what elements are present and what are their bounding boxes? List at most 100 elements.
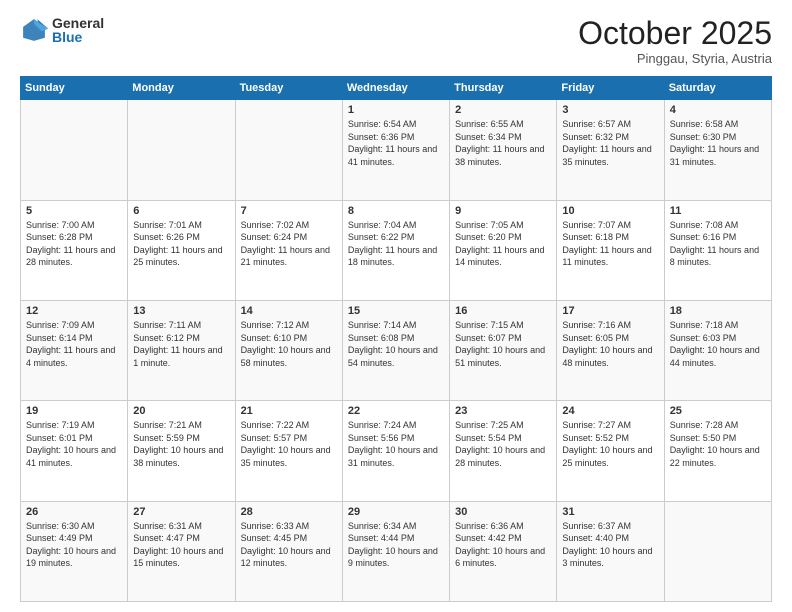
cell-info: Sunrise: 6:55 AM Sunset: 6:34 PM Dayligh…	[455, 118, 551, 168]
calendar-cell: 30 Sunrise: 6:36 AM Sunset: 4:42 PM Dayli…	[450, 501, 557, 601]
day-number: 18	[670, 305, 766, 317]
week-row-1: 1Sunrise: 6:54 AM Sunset: 6:36 PM Daylig…	[21, 100, 772, 200]
cell-info: Sunrise: 7:16 AM Sunset: 6:05 PM Dayligh…	[562, 319, 658, 369]
cell-info: Sunrise: 6:30 AM Sunset: 4:49 PM Dayligh…	[26, 520, 122, 570]
day-header-sunday: Sunday	[21, 77, 128, 100]
cell-info: Sunrise: 7:07 AM Sunset: 6:18 PM Dayligh…	[562, 219, 658, 269]
cell-info: Sunrise: 7:04 AM Sunset: 6:22 PM Dayligh…	[348, 219, 444, 269]
day-number: 16	[455, 305, 551, 317]
cell-info: Sunrise: 7:24 AM Sunset: 5:56 PM Dayligh…	[348, 419, 444, 469]
day-number: 29	[348, 506, 444, 518]
day-header-wednesday: Wednesday	[342, 77, 449, 100]
logo-general: General	[52, 16, 104, 30]
day-headers-row: SundayMondayTuesdayWednesdayThursdayFrid…	[21, 77, 772, 100]
day-header-tuesday: Tuesday	[235, 77, 342, 100]
calendar-cell: 14Sunrise: 7:12 AM Sunset: 6:10 PM Dayli…	[235, 300, 342, 400]
title-block: October 2025 Pinggau, Styria, Austria	[578, 16, 772, 66]
cell-info: Sunrise: 7:09 AM Sunset: 6:14 PM Dayligh…	[26, 319, 122, 369]
header: General Blue October 2025 Pinggau, Styri…	[20, 16, 772, 66]
day-number: 12	[26, 305, 122, 317]
day-number: 26	[26, 506, 122, 518]
page: General Blue October 2025 Pinggau, Styri…	[0, 0, 792, 612]
day-number: 4	[670, 104, 766, 116]
week-row-5: 26 Sunrise: 6:30 AM Sunset: 4:49 PM Dayli…	[21, 501, 772, 601]
logo-blue: Blue	[52, 30, 104, 44]
calendar-cell: 4Sunrise: 6:58 AM Sunset: 6:30 PM Daylig…	[664, 100, 771, 200]
day-number: 30	[455, 506, 551, 518]
day-number: 5	[26, 205, 122, 217]
day-number: 13	[133, 305, 229, 317]
calendar-cell: 16 Sunrise: 7:15 AM Sunset: 6:07 PM Dayli…	[450, 300, 557, 400]
location-subtitle: Pinggau, Styria, Austria	[578, 51, 772, 66]
cell-info: Sunrise: 7:01 AM Sunset: 6:26 PM Dayligh…	[133, 219, 229, 269]
cell-info: Sunrise: 7:25 AM Sunset: 5:54 PM Dayligh…	[455, 419, 551, 469]
calendar-cell: 25Sunrise: 7:28 AM Sunset: 5:50 PM Dayli…	[664, 401, 771, 501]
calendar-cell: 13 Sunrise: 7:11 AM Sunset: 6:12 PM Dayli…	[128, 300, 235, 400]
day-number: 8	[348, 205, 444, 217]
day-number: 6	[133, 205, 229, 217]
cell-info: Sunrise: 7:27 AM Sunset: 5:52 PM Dayligh…	[562, 419, 658, 469]
cell-info: Sunrise: 6:36 AM Sunset: 4:42 PM Dayligh…	[455, 520, 551, 570]
day-number: 17	[562, 305, 658, 317]
calendar-cell: 2 Sunrise: 6:55 AM Sunset: 6:34 PM Daylig…	[450, 100, 557, 200]
calendar-cell: 9Sunrise: 7:05 AM Sunset: 6:20 PM Daylig…	[450, 200, 557, 300]
calendar-cell: 8 Sunrise: 7:04 AM Sunset: 6:22 PM Daylig…	[342, 200, 449, 300]
day-number: 9	[455, 205, 551, 217]
day-number: 23	[455, 405, 551, 417]
cell-info: Sunrise: 7:18 AM Sunset: 6:03 PM Dayligh…	[670, 319, 766, 369]
calendar-cell: 6 Sunrise: 7:01 AM Sunset: 6:26 PM Daylig…	[128, 200, 235, 300]
day-header-friday: Friday	[557, 77, 664, 100]
calendar-cell: 21 Sunrise: 7:22 AM Sunset: 5:57 PM Dayli…	[235, 401, 342, 501]
calendar-cell: 5Sunrise: 7:00 AM Sunset: 6:28 PM Daylig…	[21, 200, 128, 300]
day-number: 24	[562, 405, 658, 417]
cell-info: Sunrise: 6:31 AM Sunset: 4:47 PM Dayligh…	[133, 520, 229, 570]
cell-info: Sunrise: 6:33 AM Sunset: 4:45 PM Dayligh…	[241, 520, 337, 570]
calendar-cell: 22 Sunrise: 7:24 AM Sunset: 5:56 PM Dayli…	[342, 401, 449, 501]
logo-icon	[20, 16, 48, 44]
calendar-cell: 12 Sunrise: 7:09 AM Sunset: 6:14 PM Dayli…	[21, 300, 128, 400]
day-header-thursday: Thursday	[450, 77, 557, 100]
cell-info: Sunrise: 7:28 AM Sunset: 5:50 PM Dayligh…	[670, 419, 766, 469]
calendar-cell: 27Sunrise: 6:31 AM Sunset: 4:47 PM Dayli…	[128, 501, 235, 601]
cell-info: Sunrise: 7:22 AM Sunset: 5:57 PM Dayligh…	[241, 419, 337, 469]
cell-info: Sunrise: 7:21 AM Sunset: 5:59 PM Dayligh…	[133, 419, 229, 469]
cell-info: Sunrise: 7:14 AM Sunset: 6:08 PM Dayligh…	[348, 319, 444, 369]
calendar-cell: 29 Sunrise: 6:34 AM Sunset: 4:44 PM Dayli…	[342, 501, 449, 601]
cell-info: Sunrise: 6:34 AM Sunset: 4:44 PM Dayligh…	[348, 520, 444, 570]
calendar-cell: 1Sunrise: 6:54 AM Sunset: 6:36 PM Daylig…	[342, 100, 449, 200]
calendar-cell: 10Sunrise: 7:07 AM Sunset: 6:18 PM Dayli…	[557, 200, 664, 300]
day-number: 2	[455, 104, 551, 116]
day-number: 21	[241, 405, 337, 417]
week-row-3: 12 Sunrise: 7:09 AM Sunset: 6:14 PM Dayli…	[21, 300, 772, 400]
day-number: 28	[241, 506, 337, 518]
calendar-cell	[21, 100, 128, 200]
calendar-cell: 24 Sunrise: 7:27 AM Sunset: 5:52 PM Dayli…	[557, 401, 664, 501]
calendar-cell	[235, 100, 342, 200]
day-number: 31	[562, 506, 658, 518]
calendar-cell: 28 Sunrise: 6:33 AM Sunset: 4:45 PM Dayli…	[235, 501, 342, 601]
week-row-2: 5Sunrise: 7:00 AM Sunset: 6:28 PM Daylig…	[21, 200, 772, 300]
calendar-cell: 7Sunrise: 7:02 AM Sunset: 6:24 PM Daylig…	[235, 200, 342, 300]
day-number: 1	[348, 104, 444, 116]
cell-info: Sunrise: 7:02 AM Sunset: 6:24 PM Dayligh…	[241, 219, 337, 269]
calendar-table: SundayMondayTuesdayWednesdayThursdayFrid…	[20, 76, 772, 602]
cell-info: Sunrise: 7:11 AM Sunset: 6:12 PM Dayligh…	[133, 319, 229, 369]
cell-info: Sunrise: 7:15 AM Sunset: 6:07 PM Dayligh…	[455, 319, 551, 369]
calendar-cell: 31 Sunrise: 6:37 AM Sunset: 4:40 PM Dayli…	[557, 501, 664, 601]
calendar-cell: 15 Sunrise: 7:14 AM Sunset: 6:08 PM Dayli…	[342, 300, 449, 400]
cell-info: Sunrise: 7:19 AM Sunset: 6:01 PM Dayligh…	[26, 419, 122, 469]
week-row-4: 19Sunrise: 7:19 AM Sunset: 6:01 PM Dayli…	[21, 401, 772, 501]
calendar-cell	[128, 100, 235, 200]
cell-info: Sunrise: 6:57 AM Sunset: 6:32 PM Dayligh…	[562, 118, 658, 168]
calendar-cell: 20 Sunrise: 7:21 AM Sunset: 5:59 PM Dayli…	[128, 401, 235, 501]
day-number: 20	[133, 405, 229, 417]
calendar-cell: 17 Sunrise: 7:16 AM Sunset: 6:05 PM Dayli…	[557, 300, 664, 400]
day-number: 15	[348, 305, 444, 317]
day-number: 22	[348, 405, 444, 417]
month-title: October 2025	[578, 16, 772, 51]
calendar-cell: 26 Sunrise: 6:30 AM Sunset: 4:49 PM Dayli…	[21, 501, 128, 601]
cell-info: Sunrise: 6:37 AM Sunset: 4:40 PM Dayligh…	[562, 520, 658, 570]
calendar-cell	[664, 501, 771, 601]
cell-info: Sunrise: 7:08 AM Sunset: 6:16 PM Dayligh…	[670, 219, 766, 269]
cell-info: Sunrise: 7:12 AM Sunset: 6:10 PM Dayligh…	[241, 319, 337, 369]
